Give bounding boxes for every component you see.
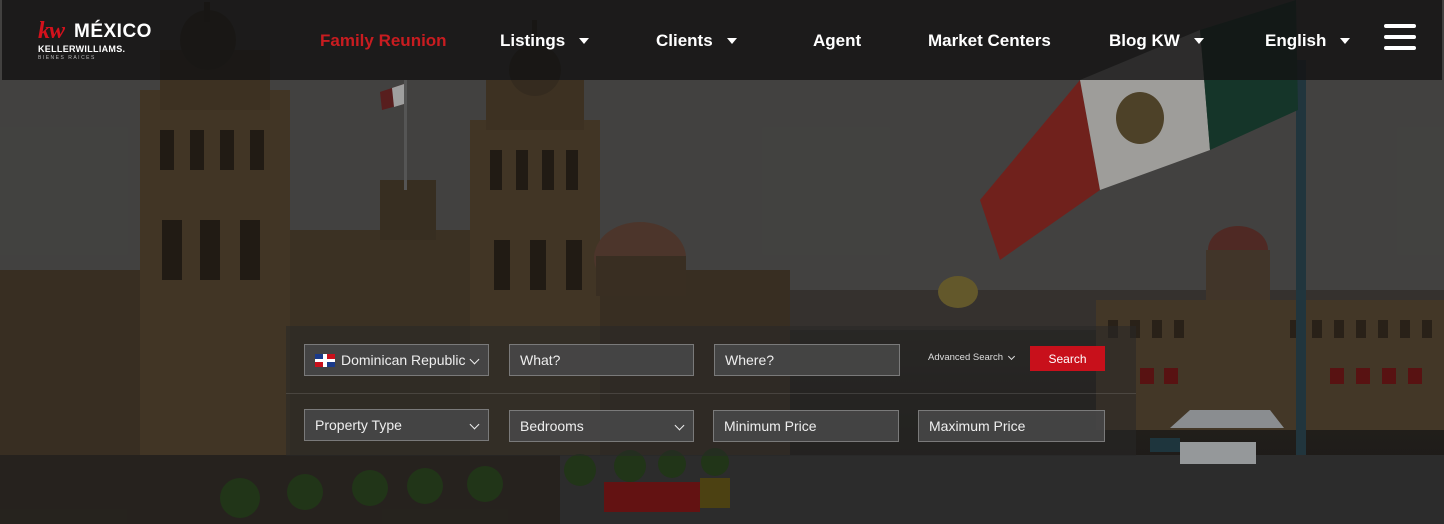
- property-type-value: Property Type: [315, 417, 402, 433]
- nav-language-label: English: [1265, 31, 1327, 50]
- bedrooms-value: Bedrooms: [520, 418, 584, 434]
- logo-country-name: MÉXICO: [74, 21, 152, 42]
- nav-agent-label: Agent: [813, 31, 862, 50]
- hamburger-icon[interactable]: [1384, 24, 1418, 52]
- nav-market-centers-label: Market Centers: [928, 31, 1051, 50]
- nav-family-reunion-label: Family Reunion: [320, 31, 447, 50]
- advanced-search-toggle[interactable]: Advanced Search: [928, 352, 1016, 363]
- chevron-down-icon: [469, 354, 480, 365]
- nav-family-reunion[interactable]: Family Reunion: [320, 30, 447, 52]
- what-input-placeholder: What?: [520, 352, 561, 368]
- dominican-republic-flag-icon: [315, 353, 335, 367]
- nav-clients[interactable]: Clients: [656, 30, 737, 52]
- nav-language-english[interactable]: English: [1265, 30, 1351, 52]
- search-button[interactable]: Search: [1030, 346, 1105, 371]
- caret-down-icon: [1193, 38, 1204, 44]
- caret-down-icon: [1340, 38, 1351, 44]
- nav-agent[interactable]: Agent: [813, 30, 861, 52]
- nav-listings[interactable]: Listings: [500, 30, 590, 52]
- minimum-price-placeholder: Minimum Price: [724, 418, 817, 434]
- logo-kw-mark: kw: [38, 18, 65, 44]
- nav-clients-label: Clients: [656, 31, 713, 50]
- country-select[interactable]: Dominican Republic: [304, 344, 489, 376]
- maximum-price-placeholder: Maximum Price: [929, 418, 1026, 434]
- advanced-search-label: Advanced Search: [928, 352, 1003, 363]
- caret-down-icon: [579, 38, 590, 44]
- property-type-select[interactable]: Property Type: [304, 409, 489, 441]
- nav-market-centers[interactable]: Market Centers: [928, 30, 1051, 52]
- kw-mexico-logo[interactable]: kw MÉXICO KELLERWILLIAMS. BIENES RAICES: [38, 18, 151, 64]
- chevron-down-icon: [1007, 352, 1016, 360]
- bedrooms-select[interactable]: Bedrooms: [509, 410, 694, 442]
- chevron-down-icon: [674, 420, 685, 431]
- nav-listings-label: Listings: [500, 31, 566, 50]
- where-input[interactable]: Where?: [714, 344, 900, 376]
- where-input-placeholder: Where?: [725, 352, 775, 368]
- nav-blog-kw-label: Blog KW: [1109, 31, 1180, 50]
- maximum-price-input[interactable]: Maximum Price: [918, 410, 1105, 442]
- search-panel-divider: [286, 393, 1136, 394]
- nav-blog-kw[interactable]: Blog KW: [1109, 30, 1204, 52]
- caret-down-icon: [726, 38, 737, 44]
- logo-bienes-raices: BIENES RAICES: [38, 55, 96, 61]
- logo-keller-williams: KELLERWILLIAMS.: [38, 44, 126, 54]
- country-select-value: Dominican Republic: [341, 352, 466, 368]
- chevron-down-icon: [469, 419, 480, 430]
- top-navbar: kw MÉXICO KELLERWILLIAMS. BIENES RAICES …: [2, 0, 1442, 80]
- what-input[interactable]: What?: [509, 344, 694, 376]
- minimum-price-input[interactable]: Minimum Price: [713, 410, 899, 442]
